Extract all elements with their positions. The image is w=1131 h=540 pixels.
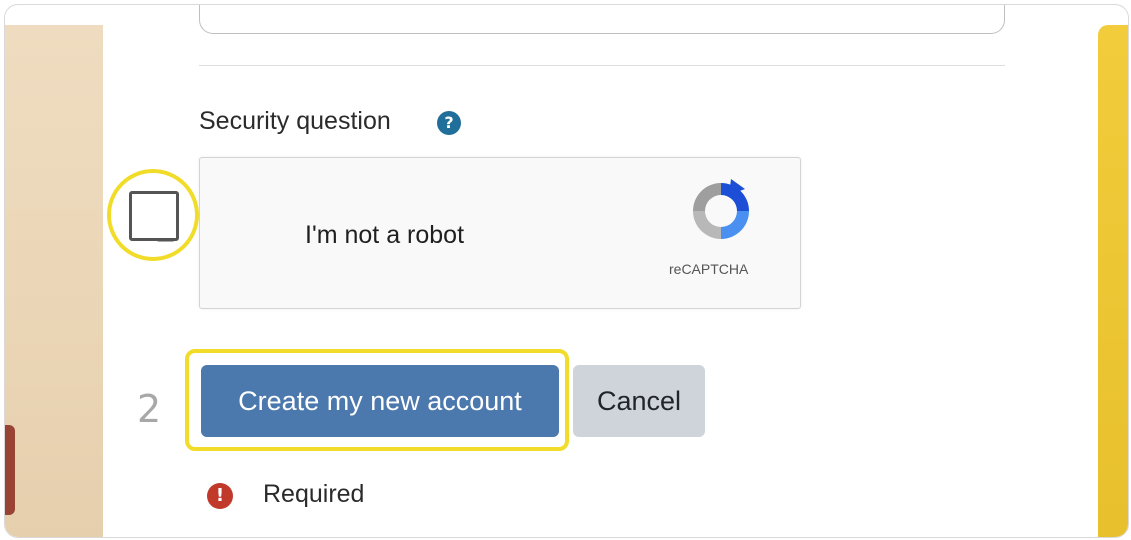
previous-input-field[interactable] (199, 5, 1005, 34)
question-mark-icon[interactable]: ? (437, 111, 461, 135)
page-background-right (1098, 25, 1128, 537)
recaptcha-brand-label: reCAPTCHA (669, 261, 749, 277)
screenshot-frame: Security question ? 1 I'm not a robot re… (4, 4, 1129, 538)
recaptcha-logo-icon (693, 179, 749, 239)
create-account-button[interactable]: Create my new account (201, 365, 559, 437)
background-decoration (5, 425, 15, 515)
step-number-2: 2 (137, 387, 162, 431)
cancel-button[interactable]: Cancel (573, 365, 705, 437)
recaptcha-checkbox-label: I'm not a robot (305, 221, 465, 249)
exclamation-icon: ! (207, 483, 233, 509)
security-question-label: Security question (199, 107, 391, 135)
section-divider (199, 65, 1005, 66)
signup-form-panel: Security question ? (103, 5, 1098, 537)
required-message: Required (263, 480, 365, 508)
checkbox-highlight-ring (107, 169, 199, 261)
page-background-left (5, 25, 103, 537)
